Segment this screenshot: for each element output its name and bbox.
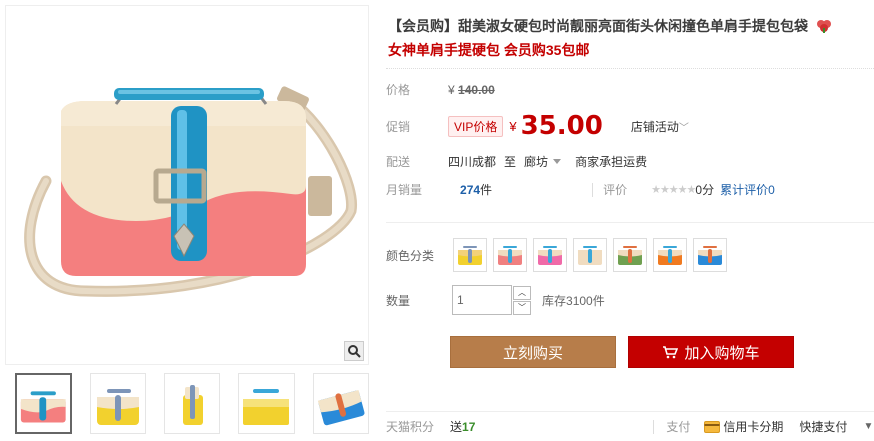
thumbnail-2[interactable] <box>89 373 146 434</box>
magnifier-icon <box>348 345 361 358</box>
thumbnail-1[interactable] <box>15 373 72 434</box>
color-label: 颜色分类 <box>386 248 435 263</box>
thumbnail-4[interactable] <box>238 373 295 434</box>
quantity-row: 数量 ︿ ﹀ 库存3100件 <box>386 285 605 315</box>
stock-count: 库存3100件 <box>542 293 605 308</box>
points-prefix: 送 <box>450 420 463 434</box>
swatch-bag-image <box>538 246 563 265</box>
shipping-destination: 廊坊 <box>524 155 549 169</box>
shipping-label: 配送 <box>386 155 411 169</box>
shipping-from: 四川成都 <box>448 155 497 169</box>
swatch-bag-image <box>658 246 683 265</box>
thumbnail-bag-image <box>317 389 365 425</box>
vip-price-badge: VIP价格 <box>448 115 504 137</box>
swatch-bag-image <box>578 246 603 265</box>
color-swatch[interactable] <box>533 238 568 272</box>
sales-row: 月销量 274 件 评价 ★★★★★ 0分 累计评价0 <box>386 181 775 198</box>
color-swatches <box>453 238 728 272</box>
caret-down-icon <box>553 159 562 164</box>
credit-card-label: 信用卡分期 <box>723 420 784 434</box>
main-product-image[interactable] <box>5 5 369 365</box>
product-gallery <box>5 5 370 441</box>
review-count-link[interactable]: 累计评价0 <box>720 181 775 198</box>
shipping-destination-select[interactable]: 廊坊 <box>524 153 562 170</box>
product-title: 【会员购】甜美淑女硬包时尚靓丽亮面街头休闲撞色单肩手提包包袋 <box>388 15 868 37</box>
divider <box>386 222 874 223</box>
product-title-text: 【会员购】甜美淑女硬包时尚靓丽亮面街头休闲撞色单肩手提包包袋 <box>388 18 808 34</box>
swatch-bag-image <box>698 246 723 265</box>
quantity-stepper: ︿ ﹀ <box>513 285 532 315</box>
color-swatch[interactable] <box>573 238 608 272</box>
color-swatch[interactable] <box>653 238 688 272</box>
color-swatch[interactable] <box>693 238 728 272</box>
color-swatch[interactable] <box>493 238 528 272</box>
original-price: ¥ 140.00 <box>448 83 495 97</box>
credit-card-icon <box>704 420 721 433</box>
cart-icon <box>663 346 679 359</box>
add-to-cart-label: 加入购物车 <box>684 344 760 362</box>
zoom-button[interactable] <box>344 341 364 361</box>
swatch-bag-image <box>498 246 523 265</box>
monthly-sales-count: 274 <box>460 182 481 197</box>
credit-card-installment[interactable]: 信用卡分期 <box>704 418 783 435</box>
store-activity-label: 店铺活动 <box>630 119 679 134</box>
quantity-increase-button[interactable]: ︿ <box>513 285 532 300</box>
swatch-bag-image <box>458 246 483 265</box>
flower-badge-icon <box>816 20 831 33</box>
buy-now-button[interactable]: 立刻购买 <box>450 336 616 368</box>
promo-label: 促销 <box>386 119 411 134</box>
promo-row: 促销 VIP价格 ¥ 35.00 店铺活动﹀ <box>386 111 689 141</box>
add-to-cart-button[interactable]: 加入购物车 <box>628 336 794 368</box>
quantity-decrease-button[interactable]: ﹀ <box>513 300 532 315</box>
thumbnail-bag-image <box>96 388 139 425</box>
price-label: 价格 <box>386 83 411 97</box>
price-panel: 价格 ¥ 140.00 促销 VIP价格 ¥ 35.00 店铺活动﹀ 配送 四川… <box>386 68 874 204</box>
handbag-illustration <box>24 86 358 297</box>
original-price-value: 140.00 <box>458 82 495 97</box>
points-number: 17 <box>462 420 476 434</box>
rating-label: 评价 <box>603 183 628 197</box>
chevron-down-icon[interactable]: ▼ <box>863 421 873 432</box>
color-swatch[interactable] <box>453 238 488 272</box>
quick-pay[interactable]: 快捷支付 <box>799 418 847 435</box>
divider <box>592 182 594 197</box>
rating-score: 0分 <box>695 183 715 197</box>
thumbnail-5[interactable] <box>312 373 370 434</box>
shipping-note: 商家承担运费 <box>575 155 648 169</box>
product-info: 【会员购】甜美淑女硬包时尚靓丽亮面街头休闲撞色单肩手提包包袋 女神单肩手提硬包 … <box>386 0 874 441</box>
promo-price: 35.00 <box>520 111 603 141</box>
quantity-input[interactable] <box>452 285 513 315</box>
tmall-points-label: 天猫积分 <box>386 420 435 434</box>
payment-label: 支付 <box>666 420 691 434</box>
thumbnail-bag-image <box>243 388 290 425</box>
chevron-down-icon: ﹀ <box>678 122 689 134</box>
original-price-currency: ¥ <box>448 82 455 97</box>
rating-stars: ★★★★★ <box>651 184 696 196</box>
thumbnail-bag-image <box>183 384 204 425</box>
quantity-label: 数量 <box>386 293 411 308</box>
price-row: 价格 ¥ 140.00 <box>386 81 495 98</box>
thumbnail-3[interactable] <box>163 373 221 434</box>
monthly-sales-unit: 件 <box>480 183 493 197</box>
divider <box>653 419 655 434</box>
monthly-sales-label: 月销量 <box>386 183 423 197</box>
thumbnail-strip <box>15 373 370 439</box>
product-subtitle: 女神单肩手提硬包 会员购35包邮 <box>388 42 590 58</box>
shipping-to-word: 至 <box>504 155 517 169</box>
color-row: 颜色分类 <box>386 238 728 272</box>
shipping-row: 配送 四川成都 至 廊坊 商家承担运费 <box>386 153 647 170</box>
promo-currency: ¥ <box>509 118 517 134</box>
bottom-info-row: 天猫积分 送17 支付 信用卡分期 快捷支付 ▼ <box>386 411 874 441</box>
tmall-points-value: 送17 <box>450 418 475 435</box>
swatch-bag-image <box>618 246 643 265</box>
thumbnail-bag-image <box>20 390 66 422</box>
store-activity-dropdown[interactable]: 店铺活动﹀ <box>631 118 689 135</box>
color-swatch[interactable] <box>613 238 648 272</box>
